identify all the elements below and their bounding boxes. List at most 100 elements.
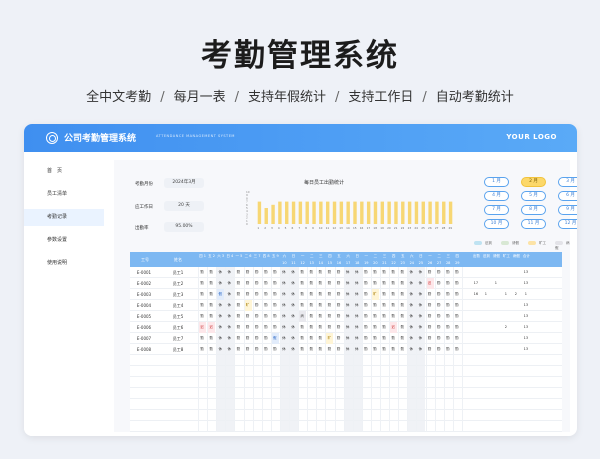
attendance-cell[interactable]: 勤 — [444, 344, 452, 355]
attendance-cell[interactable]: 休 — [280, 344, 288, 355]
attendance-cell[interactable]: 勤 — [307, 267, 315, 278]
attendance-cell[interactable]: 勤 — [207, 333, 215, 344]
attendance-cell[interactable]: 休 — [216, 278, 224, 289]
attendance-cell[interactable]: 休 — [353, 278, 361, 289]
attendance-cell[interactable]: 勤 — [426, 300, 434, 311]
attendance-cell[interactable]: 勤 — [435, 344, 443, 355]
attendance-cell[interactable]: 休 — [407, 311, 415, 322]
attendance-cell[interactable]: 勤 — [316, 311, 324, 322]
attendance-cell[interactable]: 休 — [280, 311, 288, 322]
attendance-cell[interactable]: 勤 — [444, 333, 452, 344]
attendance-cell[interactable]: 休 — [289, 278, 297, 289]
attendance-cell[interactable]: 勤 — [380, 267, 388, 278]
attendance-cell[interactable]: 勤 — [198, 267, 206, 278]
attendance-cell[interactable]: 休 — [416, 311, 424, 322]
month-button[interactable]: 10 月 — [484, 219, 509, 229]
attendance-cell[interactable]: 勤 — [316, 333, 324, 344]
attendance-cell[interactable]: 勤 — [389, 267, 397, 278]
sidebar-item[interactable]: 使用说明 — [24, 255, 104, 272]
attendance-cell[interactable]: 勤 — [362, 333, 370, 344]
attendance-cell[interactable]: 勤 — [444, 267, 452, 278]
attendance-cell[interactable]: 勤 — [453, 333, 461, 344]
attendance-cell[interactable]: 勤 — [335, 267, 343, 278]
attendance-cell[interactable]: 勤 — [435, 333, 443, 344]
attendance-cell[interactable]: 勤 — [253, 289, 261, 300]
month-button[interactable]: 8 月 — [521, 205, 546, 215]
attendance-cell[interactable]: 休 — [280, 333, 288, 344]
attendance-cell[interactable]: 勤 — [335, 311, 343, 322]
attendance-cell[interactable]: 勤 — [262, 289, 270, 300]
attendance-cell[interactable]: 休 — [225, 322, 233, 333]
attendance-cell[interactable]: 勤 — [435, 289, 443, 300]
attendance-cell[interactable]: 勤 — [435, 311, 443, 322]
attendance-cell[interactable]: 休 — [416, 333, 424, 344]
attendance-cell[interactable]: 勤 — [389, 311, 397, 322]
attendance-cell[interactable]: 勤 — [426, 344, 434, 355]
attendance-cell[interactable]: 休 — [407, 300, 415, 311]
attendance-cell[interactable]: 勤 — [380, 289, 388, 300]
attendance-cell[interactable]: 勤 — [298, 278, 306, 289]
attendance-cell[interactable]: 勤 — [335, 289, 343, 300]
attendance-cell[interactable]: 勤 — [389, 300, 397, 311]
attendance-cell[interactable]: 勤 — [253, 278, 261, 289]
attendance-cell[interactable]: 休 — [353, 289, 361, 300]
attendance-cell[interactable]: 勤 — [262, 300, 270, 311]
attendance-cell[interactable]: 勤 — [244, 289, 252, 300]
attendance-cell[interactable]: 勤 — [262, 333, 270, 344]
attendance-cell[interactable]: 勤 — [335, 322, 343, 333]
attendance-cell[interactable]: 勤 — [426, 322, 434, 333]
attendance-cell[interactable]: 休 — [416, 289, 424, 300]
table-row[interactable]: E-0005 员工5 勤勤休休勤勤勤勤勤休休病勤勤勤勤休休勤勤勤勤勤休休勤勤勤勤 13 — [130, 311, 562, 322]
attendance-cell[interactable]: 勤 — [253, 344, 261, 355]
attendance-cell[interactable]: 勤 — [380, 322, 388, 333]
attendance-cell[interactable]: 休 — [289, 344, 297, 355]
attendance-cell[interactable]: 休 — [289, 300, 297, 311]
attendance-cell[interactable]: 休 — [353, 311, 361, 322]
attendance-cell[interactable]: 休 — [344, 322, 352, 333]
attendance-cell[interactable]: 勤 — [325, 300, 333, 311]
attendance-cell[interactable]: 勤 — [453, 311, 461, 322]
attendance-cell[interactable]: 勤 — [207, 289, 215, 300]
attendance-cell[interactable]: 勤 — [307, 278, 315, 289]
attendance-cell[interactable]: 勤 — [371, 344, 379, 355]
table-row[interactable]: E-0003 员工3 勤勤假休勤勤勤勤勤休休勤勤勤勤勤休休勤旷勤勤勤休休勤勤勤勤 16… — [130, 289, 562, 300]
attendance-cell[interactable]: 勤 — [244, 267, 252, 278]
attendance-cell[interactable]: 休 — [344, 267, 352, 278]
month-button[interactable]: 12 月 — [558, 219, 577, 229]
attendance-cell[interactable]: 假 — [270, 333, 279, 344]
attendance-cell[interactable]: 勤 — [244, 311, 252, 322]
attendance-cell[interactable]: 休 — [344, 278, 352, 289]
attendance-cell[interactable]: 勤 — [262, 267, 270, 278]
attendance-cell[interactable]: 休 — [407, 344, 415, 355]
attendance-cell[interactable]: 勤 — [426, 333, 434, 344]
attendance-cell[interactable]: 勤 — [435, 300, 443, 311]
attendance-cell[interactable]: 勤 — [380, 278, 388, 289]
attendance-cell[interactable]: 勤 — [325, 278, 333, 289]
attendance-cell[interactable]: 勤 — [389, 333, 397, 344]
attendance-cell[interactable]: 勤 — [207, 311, 215, 322]
attendance-cell[interactable]: 勤 — [371, 333, 379, 344]
attendance-cell[interactable]: 勤 — [198, 344, 206, 355]
attendance-cell[interactable]: 勤 — [307, 311, 315, 322]
month-button[interactable]: 3 月 — [558, 177, 577, 187]
attendance-cell[interactable]: 勤 — [398, 300, 406, 311]
attendance-cell[interactable]: 勤 — [389, 344, 397, 355]
month-button[interactable]: 11 月 — [521, 219, 546, 229]
attendance-cell[interactable]: 勤 — [234, 333, 242, 344]
attendance-cell[interactable]: 勤 — [380, 300, 388, 311]
month-button[interactable]: 5 月 — [521, 191, 546, 201]
attendance-cell[interactable]: 休 — [416, 344, 424, 355]
attendance-cell[interactable]: 勤 — [234, 344, 242, 355]
attendance-cell[interactable]: 勤 — [234, 322, 242, 333]
attendance-cell[interactable]: 勤 — [307, 344, 315, 355]
attendance-cell[interactable]: 勤 — [362, 289, 370, 300]
attendance-cell[interactable]: 勤 — [198, 311, 206, 322]
month-button[interactable]: 6 月 — [558, 191, 577, 201]
attendance-cell[interactable]: 勤 — [316, 267, 324, 278]
attendance-cell[interactable]: 休 — [280, 322, 288, 333]
attendance-cell[interactable]: 勤 — [207, 344, 215, 355]
attendance-cell[interactable]: 勤 — [253, 322, 261, 333]
attendance-cell[interactable]: 勤 — [325, 311, 333, 322]
month-button[interactable]: 2 月 — [521, 177, 546, 187]
attendance-cell[interactable]: 勤 — [307, 300, 315, 311]
